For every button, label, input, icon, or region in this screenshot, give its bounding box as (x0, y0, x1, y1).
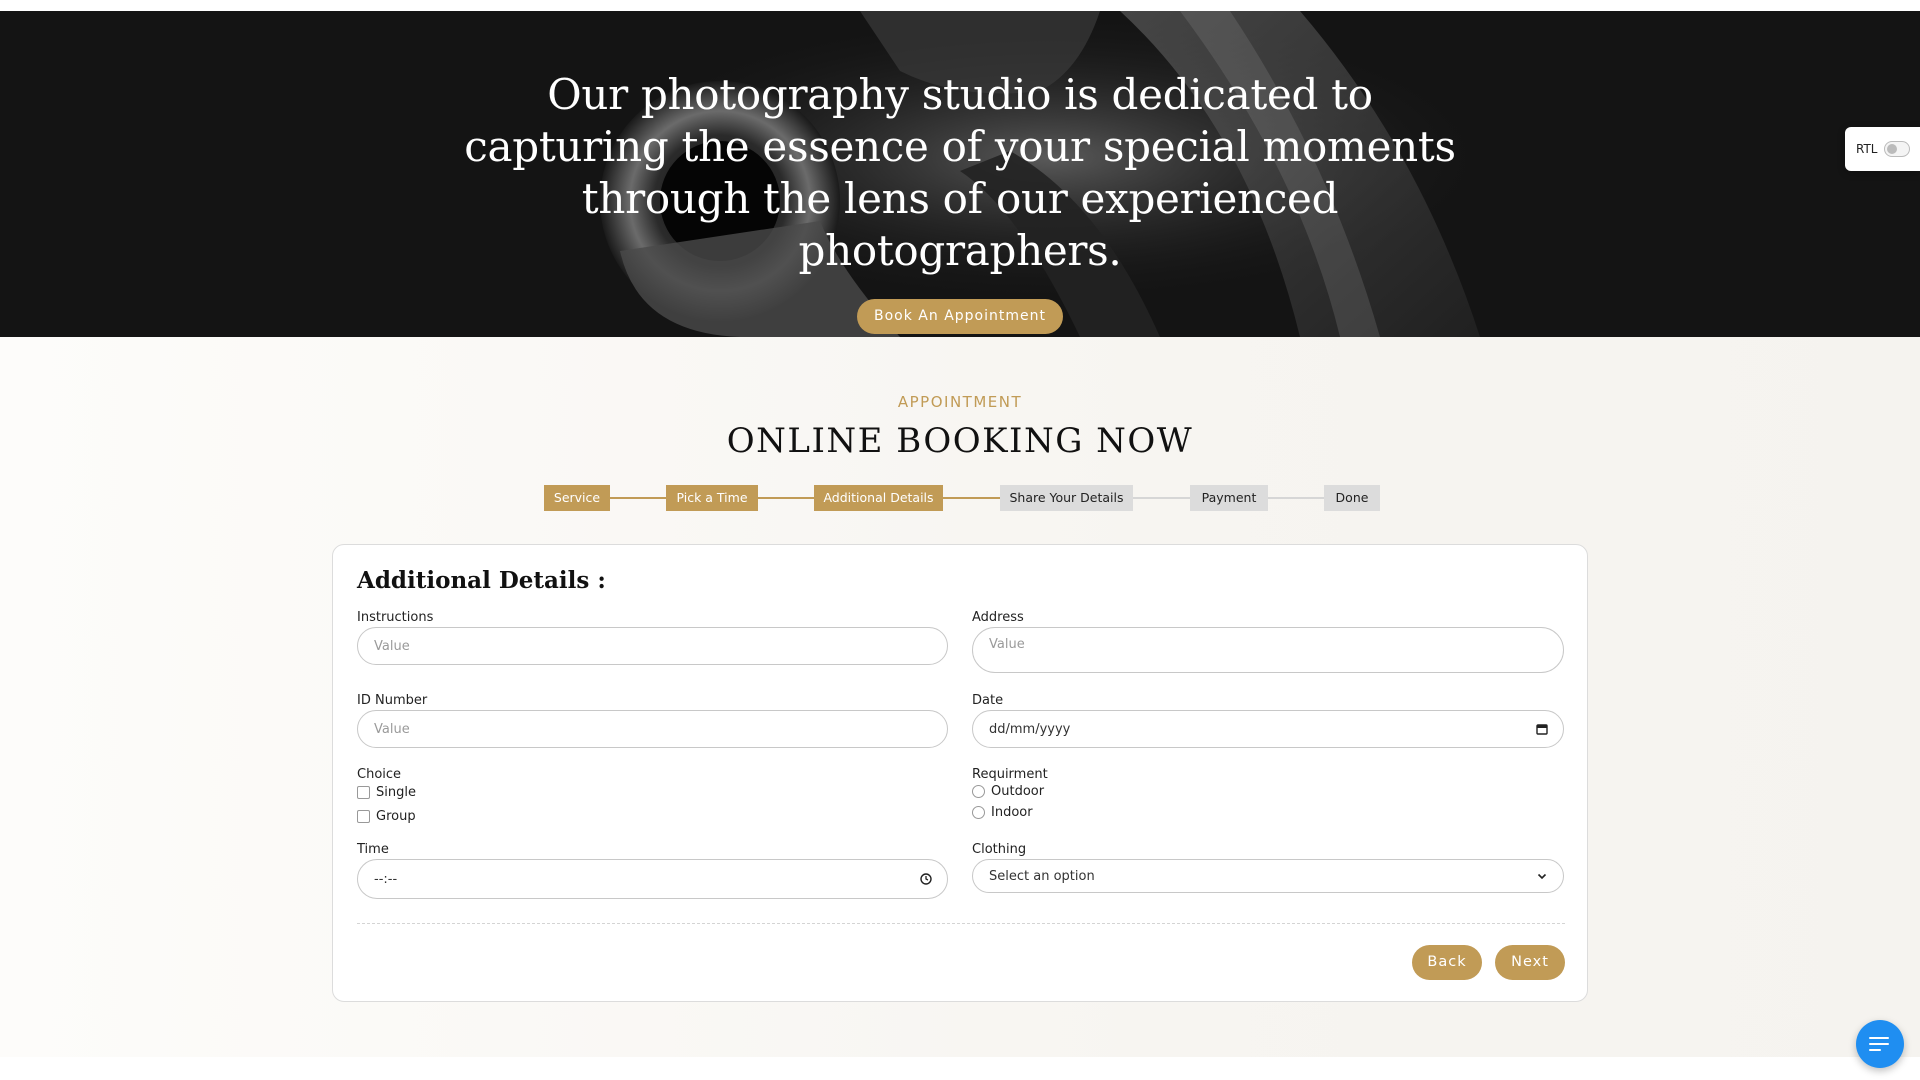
date-input-value: dd/mm/yyyy (989, 721, 1071, 737)
additional-details-form: Additional Details : Instructions Value … (332, 544, 1588, 1002)
id-number-label: ID Number (357, 693, 428, 708)
single-checkbox[interactable] (357, 786, 370, 799)
rtl-switch-knob (1887, 144, 1898, 154)
hero-banner: Our photography studio is dedicated to c… (0, 11, 1920, 337)
back-button[interactable]: Back (1412, 945, 1482, 980)
step-service[interactable]: Service (544, 485, 610, 511)
time-input-value: --:-- (374, 871, 398, 887)
address-label: Address (972, 610, 1024, 625)
group-checkbox[interactable] (357, 810, 370, 823)
hero-headline: Our photography studio is dedicated to c… (464, 70, 1456, 275)
group-label: Group (376, 809, 416, 824)
book-appointment-button[interactable]: Book An Appointment (857, 299, 1063, 334)
single-label: Single (376, 785, 416, 800)
section-title: ONLINE BOOKING NOW (726, 421, 1194, 461)
booking-steps: Service Pick a Time Additional Details S… (544, 485, 1380, 511)
chevron-down-icon (1535, 869, 1549, 883)
date-input[interactable]: dd/mm/yyyy (972, 710, 1564, 748)
clock-icon[interactable] (919, 872, 933, 886)
step-connector (758, 497, 814, 499)
requirement-label: Requirment (972, 767, 1048, 782)
choice-label: Choice (357, 767, 402, 782)
chat-button[interactable] (1856, 1020, 1904, 1068)
clothing-select-value: Select an option (989, 868, 1095, 884)
requirement-option-outdoor[interactable]: Outdoor (972, 784, 1044, 799)
step-payment[interactable]: Payment (1190, 485, 1268, 511)
indoor-radio[interactable] (972, 806, 985, 819)
chat-lines-icon (1869, 1037, 1889, 1051)
requirement-option-indoor[interactable]: Indoor (972, 805, 1033, 820)
address-textarea[interactable]: Value (972, 627, 1564, 673)
instructions-label: Instructions (357, 610, 434, 625)
date-label: Date (972, 693, 1004, 708)
rtl-label: RTL (1856, 142, 1878, 156)
step-additional-details[interactable]: Additional Details (814, 485, 943, 511)
step-connector (610, 497, 666, 499)
step-connector (943, 497, 1000, 499)
time-input[interactable]: --:-- (357, 859, 948, 899)
section-eyebrow: APPOINTMENT (897, 393, 1023, 411)
indoor-label: Indoor (991, 805, 1033, 820)
outdoor-radio[interactable] (972, 785, 985, 798)
instructions-input[interactable]: Value (357, 627, 948, 665)
step-share-your-details[interactable]: Share Your Details (1000, 485, 1133, 511)
time-label: Time (357, 842, 389, 857)
clothing-select[interactable]: Select an option (972, 859, 1564, 893)
rtl-toggle[interactable]: RTL (1845, 127, 1920, 171)
id-number-input[interactable]: Value (357, 710, 948, 748)
choice-option-single[interactable]: Single (357, 785, 416, 800)
booking-section: APPOINTMENT ONLINE BOOKING NOW Service P… (0, 337, 1920, 1057)
rtl-switch[interactable] (1884, 141, 1911, 157)
step-pick-a-time[interactable]: Pick a Time (666, 485, 758, 511)
calendar-icon[interactable] (1535, 722, 1549, 736)
clothing-label: Clothing (972, 842, 1027, 857)
choice-option-group[interactable]: Group (357, 809, 416, 824)
step-done[interactable]: Done (1324, 485, 1380, 511)
step-connector (1268, 497, 1324, 499)
outdoor-label: Outdoor (991, 784, 1045, 799)
form-divider (357, 923, 1565, 924)
form-heading: Additional Details : (357, 567, 606, 594)
next-button[interactable]: Next (1495, 945, 1565, 980)
step-connector (1133, 497, 1190, 499)
